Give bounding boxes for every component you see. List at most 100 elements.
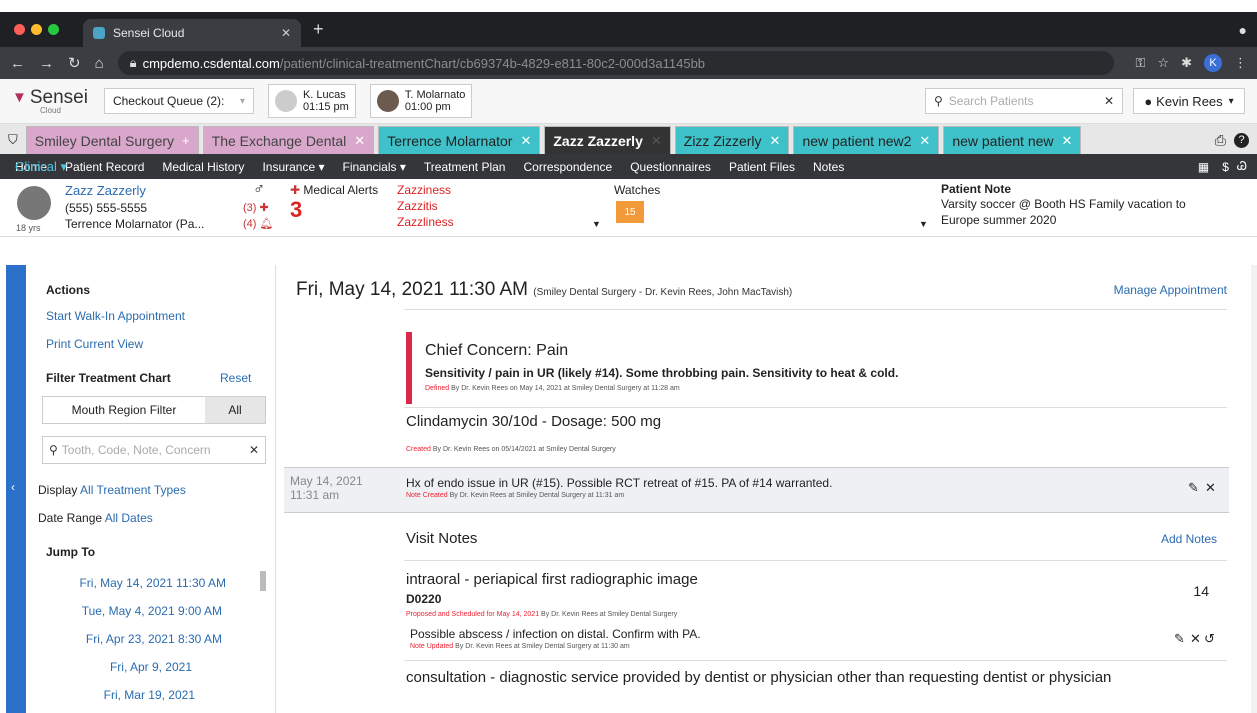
- close-window-button[interactable]: [14, 24, 25, 35]
- tab-new-patient[interactable]: new patient new ✕: [943, 126, 1082, 154]
- clear-search-icon[interactable]: ✕: [249, 443, 259, 457]
- address-bar[interactable]: 🔒︎ cmpdemo.csdental.com /patient/clinica…: [117, 51, 1114, 75]
- edit-icon[interactable]: ✎: [1188, 480, 1199, 496]
- menu-treatment-plan[interactable]: Treatment Plan: [424, 160, 506, 174]
- browser-menu-icon[interactable]: ⋮: [1234, 55, 1247, 71]
- menu-questionnaires[interactable]: Questionnaires: [630, 160, 711, 174]
- alert-item: Zazzitis: [397, 199, 438, 213]
- close-icon[interactable]: ✕: [354, 133, 365, 149]
- print-current-view-link[interactable]: Print Current View: [46, 337, 143, 351]
- minimize-window-button[interactable]: [31, 24, 42, 35]
- all-button[interactable]: All: [205, 397, 265, 423]
- start-walk-in-link[interactable]: Start Walk-In Appointment: [46, 309, 185, 323]
- edit-icon[interactable]: ✎: [1174, 631, 1185, 647]
- date-range-link[interactable]: All Dates: [105, 511, 153, 525]
- delete-icon[interactable]: ✕: [1190, 631, 1201, 647]
- jump-link[interactable]: Fri, Mar 19, 2021: [5, 688, 195, 702]
- manage-appointment-link[interactable]: Manage Appointment: [1114, 283, 1227, 297]
- sidebar-collapse-strip[interactable]: ‹: [6, 265, 26, 713]
- count-alerts[interactable]: (4) 🔔︎: [243, 217, 273, 230]
- add-notes-link[interactable]: Add Notes: [1161, 532, 1217, 546]
- key-icon[interactable]: ⚿: [1136, 55, 1146, 71]
- close-tab-icon[interactable]: ✕: [281, 26, 291, 40]
- checkout-queue-label: Checkout Queue (2):: [112, 94, 225, 108]
- tab-zazz[interactable]: Zazz Zazzerly ✕: [544, 126, 671, 154]
- patient-name-link[interactable]: Zazz Zazzerly: [65, 183, 146, 198]
- clear-search-icon[interactable]: ✕: [1104, 94, 1114, 108]
- sensei-logo[interactable]: ▼ Sensei Cloud: [12, 88, 88, 115]
- menu-notes[interactable]: Notes: [813, 160, 844, 174]
- mouth-region-button[interactable]: Mouth Region Filter: [43, 397, 205, 423]
- note-meta: Note Created By Dr. Kevin Rees at Smiley…: [406, 492, 624, 499]
- provider-chip-lucas[interactable]: K. Lucas 01:15 pm: [267, 84, 356, 118]
- search-placeholder: Search Patients: [948, 94, 1034, 108]
- menu-insurance[interactable]: Insurance ▾: [262, 160, 324, 174]
- profile-avatar[interactable]: K: [1204, 54, 1222, 72]
- reset-link[interactable]: Reset: [220, 371, 251, 385]
- jump-link[interactable]: Fri, Apr 9, 2021: [2, 660, 192, 674]
- alerts-dropdown-icon[interactable]: ▼: [592, 219, 601, 229]
- close-icon[interactable]: ✕: [1062, 133, 1073, 149]
- tab-exchange-dental[interactable]: The Exchange Dental ✕: [202, 126, 375, 154]
- checkout-queue-select[interactable]: Checkout Queue (2): ▾: [103, 88, 254, 114]
- tab-terrence[interactable]: Terrence Molarnator ✕: [378, 126, 541, 154]
- tooth-icon[interactable]: Ꮚ: [1237, 159, 1247, 174]
- watch-badge[interactable]: 15: [616, 201, 644, 223]
- treatment-search-placeholder: Tooth, Code, Note, Concern: [61, 443, 211, 457]
- jump-link[interactable]: Fri, Apr 23, 2021 8:30 AM: [32, 632, 222, 646]
- add-icon[interactable]: +: [182, 133, 190, 148]
- menu-financials[interactable]: Financials ▾: [343, 160, 406, 174]
- provider-chip-molarnato[interactable]: T. Molarnato 01:00 pm: [369, 84, 473, 118]
- history-icon[interactable]: ↺: [1204, 631, 1215, 647]
- close-icon[interactable]: ✕: [919, 133, 930, 149]
- menu-medical-history[interactable]: Medical History: [162, 160, 244, 174]
- tab-smiley-dental[interactable]: Smiley Dental Surgery +: [25, 126, 199, 154]
- note-dropdown-icon[interactable]: ▼: [919, 219, 928, 229]
- help-icon[interactable]: ?: [1234, 132, 1249, 148]
- count-medical-label: (3): [243, 202, 257, 214]
- clinical-note-row[interactable]: May 14, 2021 11:31 am Hx of endo issue in…: [284, 467, 1229, 513]
- tab-zizz[interactable]: Zizz Zizzerly ✕: [674, 126, 790, 154]
- count-medical[interactable]: (3) ✚: [243, 201, 269, 214]
- patient-search-input[interactable]: ⚲ Search Patients ✕: [925, 88, 1123, 114]
- browser-url-bar: ← → ↻ ⌂ 🔒︎ cmpdemo.csdental.com /patient…: [0, 47, 1257, 79]
- delete-icon[interactable]: ✕: [1205, 480, 1216, 496]
- home-icon[interactable]: ⌂: [95, 55, 104, 72]
- procedure-title: intraoral - periapical first radiographi…: [406, 571, 698, 588]
- provider-name: T. Molarnato: [404, 88, 466, 101]
- favicon-icon: [93, 27, 105, 39]
- forward-icon[interactable]: →: [39, 55, 54, 72]
- jump-link[interactable]: Fri, May 14, 2021 11:30 AM: [36, 576, 226, 590]
- meta-text: By Dr. Kevin Rees on 05/14/2021 at Smile…: [432, 446, 616, 453]
- note-text: Hx of endo issue in UR (#15). Possible R…: [406, 476, 833, 490]
- treatment-search-input[interactable]: ⚲ Tooth, Code, Note, Concern ✕: [42, 436, 266, 464]
- browser-tab[interactable]: Sensei Cloud ✕: [83, 19, 301, 47]
- meta-tag: Defined: [425, 385, 450, 392]
- display-value-link[interactable]: All Treatment Types: [80, 483, 186, 497]
- main-menu: Home Patient Record Medical History Insu…: [0, 154, 1257, 179]
- tab-new-patient-2[interactable]: new patient new2 ✕: [793, 126, 940, 154]
- menu-correspondence[interactable]: Correspondence: [523, 160, 612, 174]
- user-menu[interactable]: ● Kevin Rees ▾: [1133, 88, 1245, 114]
- dollar-icon[interactable]: $: [1222, 160, 1229, 174]
- menu-patient-files[interactable]: Patient Files: [729, 160, 795, 174]
- tab-search-icon[interactable]: ●: [1239, 22, 1247, 38]
- close-icon[interactable]: ✕: [770, 133, 781, 149]
- jump-scrollbar[interactable]: [260, 571, 266, 591]
- jump-link[interactable]: Tue, May 4, 2021 9:00 AM: [32, 604, 222, 618]
- main-scrollbar[interactable]: [1251, 265, 1257, 713]
- star-icon[interactable]: ☆: [1157, 55, 1169, 71]
- maximize-window-button[interactable]: [48, 24, 59, 35]
- extensions-icon[interactable]: ✱: [1181, 55, 1192, 71]
- new-tab-button[interactable]: +: [313, 19, 324, 40]
- calendar-icon[interactable]: ▦: [1198, 160, 1209, 174]
- close-icon[interactable]: ✕: [520, 133, 531, 149]
- divider: [404, 560, 1227, 561]
- print-icon[interactable]: ⎙: [1215, 132, 1226, 149]
- close-icon[interactable]: ✕: [651, 133, 662, 149]
- back-icon[interactable]: ←: [10, 55, 25, 72]
- menu-patient-record[interactable]: Patient Record: [65, 160, 144, 174]
- reload-icon[interactable]: ↻: [68, 54, 81, 72]
- menu-clinical[interactable]: Clinical ▾: [15, 159, 67, 175]
- user-icon: ●: [1144, 93, 1153, 109]
